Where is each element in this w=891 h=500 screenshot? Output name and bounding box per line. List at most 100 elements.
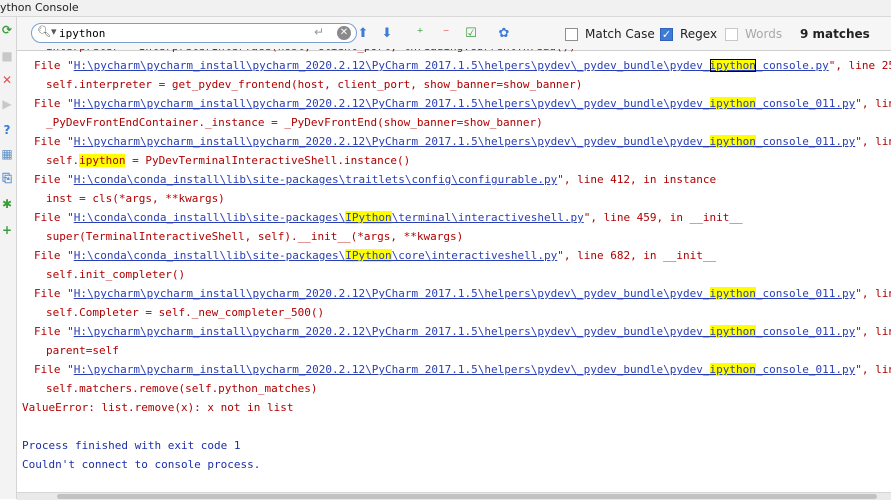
- close-icon[interactable]: ✕: [0, 73, 14, 87]
- console-output[interactable]: interpreter = InterpreterInterface(host,…: [17, 49, 891, 492]
- console-line: inst = cls(*args, **kwargs): [46, 189, 225, 208]
- search-field[interactable]: 🔍︎▾ ↵ ✕: [31, 23, 357, 43]
- search-match-highlight[interactable]: ipython: [709, 325, 756, 338]
- console-text: self.init_completer(): [46, 268, 186, 281]
- match-case-option[interactable]: Match Case: [565, 25, 655, 43]
- console-text: ", line 459, in __init__: [583, 211, 743, 224]
- console-line: Process finished with exit code 1: [22, 436, 241, 455]
- file-path-link[interactable]: H:\conda\conda_install\lib\site-packages…: [74, 211, 346, 224]
- console-text: ", line 489, in get: [855, 97, 891, 110]
- clear-search-icon[interactable]: ✕: [337, 26, 351, 40]
- console-line: ValueError: list.remove(x): x not in lis…: [22, 398, 294, 417]
- console-text: ", line 205, in _ne: [855, 325, 891, 338]
- console-text: File ": [34, 363, 74, 376]
- add-occurrence-icon[interactable]: ⁺: [412, 25, 428, 41]
- search-match-highlight[interactable]: IPython: [345, 249, 392, 262]
- search-input[interactable]: [59, 25, 309, 41]
- file-path-link[interactable]: _console_011.py: [756, 363, 855, 376]
- console-line: File "H:\conda\conda_install\lib\site-pa…: [34, 246, 716, 265]
- window-titlebar: ython Console: [0, 0, 891, 17]
- console-text: = PyDevTerminalInteractiveShell.instance…: [125, 154, 411, 167]
- debug-icon[interactable]: ✱: [0, 197, 14, 211]
- file-path-link[interactable]: H:\pycharm\pycharm_install\pycharm_2020.…: [74, 363, 710, 376]
- rerun-icon[interactable]: ⟳: [0, 23, 14, 37]
- search-icon[interactable]: 🔍︎▾: [37, 25, 57, 38]
- regex-option[interactable]: ✓ Regex: [660, 25, 717, 43]
- console-text: _PyDevFrontEndContainer._instance = _PyD…: [46, 116, 543, 129]
- words-label[interactable]: Words: [745, 27, 782, 41]
- search-match-highlight: ipython: [79, 154, 126, 167]
- console-text: interpreter = InterpreterInterface(host,…: [46, 49, 576, 53]
- console-line: File "H:\conda\conda_install\lib\site-pa…: [34, 170, 716, 189]
- scrollbar-thumb[interactable]: [57, 494, 877, 499]
- regex-label[interactable]: Regex: [680, 27, 717, 41]
- console-line: File "H:\pycharm\pycharm_install\pycharm…: [34, 56, 891, 75]
- file-path-link[interactable]: H:\pycharm\pycharm_install\pycharm_2020.…: [74, 135, 710, 148]
- file-path-link[interactable]: _console_011.py: [756, 325, 855, 338]
- search-match-highlight[interactable]: ipython: [709, 363, 756, 376]
- stop-icon[interactable]: ■: [0, 49, 14, 63]
- console-line: self.ipython = PyDevTerminalInteractiveS…: [46, 151, 410, 170]
- file-path-link[interactable]: H:\conda\conda_install\lib\site-packages…: [74, 173, 557, 186]
- console-line: interpreter = InterpreterInterface(host,…: [46, 49, 576, 56]
- console-line: super(TerminalInteractiveShell, self).__…: [46, 227, 463, 246]
- file-path-link[interactable]: H:\conda\conda_install\lib\site-packages…: [74, 249, 346, 262]
- console-text: File ": [34, 59, 74, 72]
- next-occurrence-icon[interactable]: ⬇: [379, 25, 395, 41]
- file-path-link[interactable]: \core\interactiveshell.py: [392, 249, 558, 262]
- new-line-icon[interactable]: ↵: [314, 25, 324, 39]
- console-text: ", line 320, in __i: [855, 135, 891, 148]
- select-all-occurrences-icon[interactable]: ☑: [463, 25, 479, 41]
- file-path-link[interactable]: H:\pycharm\pycharm_install\pycharm_2020.…: [74, 287, 710, 300]
- match-case-label[interactable]: Match Case: [585, 27, 655, 41]
- console-line: File "H:\pycharm\pycharm_install\pycharm…: [34, 284, 891, 303]
- file-path-link[interactable]: H:\pycharm\pycharm_install\pycharm_2020.…: [74, 59, 710, 72]
- console-text: File ": [34, 287, 74, 300]
- match-case-checkbox[interactable]: [565, 27, 578, 41]
- console-text: File ": [34, 211, 74, 224]
- console-line: self.Completer = self._new_completer_500…: [46, 303, 324, 322]
- console-text: ", line 412, in instance: [557, 173, 717, 186]
- console-line: File "H:\conda\conda_install\lib\site-pa…: [34, 208, 743, 227]
- history-icon[interactable]: ⎘: [0, 171, 14, 185]
- file-path-link[interactable]: H:\pycharm\pycharm_install\pycharm_2020.…: [74, 97, 710, 110]
- console-line: File "H:\pycharm\pycharm_install\pycharm…: [34, 132, 891, 151]
- file-path-link[interactable]: \terminal\interactiveshell.py: [392, 211, 584, 224]
- console-text: super(TerminalInteractiveShell, self).__…: [46, 230, 464, 243]
- remove-occurrence-icon[interactable]: ⁻: [438, 25, 454, 41]
- search-match-highlight[interactable]: IPython: [345, 211, 392, 224]
- console-text: self.matchers.remove(self.python_matches…: [46, 382, 318, 395]
- words-checkbox[interactable]: [725, 27, 738, 41]
- words-option[interactable]: Words: [725, 25, 782, 43]
- console-text: ", line 25, in __init__: [828, 59, 891, 72]
- regex-checkbox[interactable]: ✓: [660, 27, 673, 41]
- search-match-highlight[interactable]: ipython: [709, 287, 756, 300]
- filter-settings-icon[interactable]: ✿: [496, 25, 512, 41]
- file-path-link[interactable]: _console_011.py: [756, 135, 855, 148]
- console-text: ", line 243, in ini: [855, 287, 891, 300]
- console-text: File ": [34, 97, 74, 110]
- console-text: ", line 86, in __in: [855, 363, 891, 376]
- file-path-link[interactable]: _console.py: [756, 59, 829, 72]
- console-text: File ": [34, 249, 74, 262]
- console-text: ValueError: list.remove(x): x not in lis…: [22, 401, 294, 414]
- console-line: Couldn't connect to console process.: [22, 455, 260, 474]
- file-path-link[interactable]: H:\pycharm\pycharm_install\pycharm_2020.…: [74, 325, 710, 338]
- search-match-highlight[interactable]: ipython: [709, 97, 756, 110]
- console-text: inst = cls(*args, **kwargs): [46, 192, 225, 205]
- variables-icon[interactable]: ▦: [0, 147, 14, 161]
- console-line: self.interpreter = get_pydev_frontend(ho…: [46, 75, 582, 94]
- console-line: _PyDevFrontEndContainer._instance = _PyD…: [46, 113, 543, 132]
- search-bar: 🔍︎▾ ↵ ✕ ⬆⬇⁺⁻☑✿ Match Case ✓ Regex Words …: [17, 17, 891, 51]
- console-text: File ": [34, 325, 74, 338]
- execute-icon[interactable]: ▶: [0, 97, 14, 111]
- file-path-link[interactable]: _console_011.py: [756, 97, 855, 110]
- add-icon[interactable]: +: [0, 223, 14, 237]
- search-match-highlight[interactable]: ipython: [709, 59, 756, 72]
- console-line: File "H:\pycharm\pycharm_install\pycharm…: [34, 360, 891, 379]
- console-line: File "H:\pycharm\pycharm_install\pycharm…: [34, 322, 891, 341]
- help-icon[interactable]: ?: [0, 123, 14, 137]
- previous-occurrence-icon[interactable]: ⬆: [355, 25, 371, 41]
- search-match-highlight[interactable]: ipython: [709, 135, 756, 148]
- file-path-link[interactable]: _console_011.py: [756, 287, 855, 300]
